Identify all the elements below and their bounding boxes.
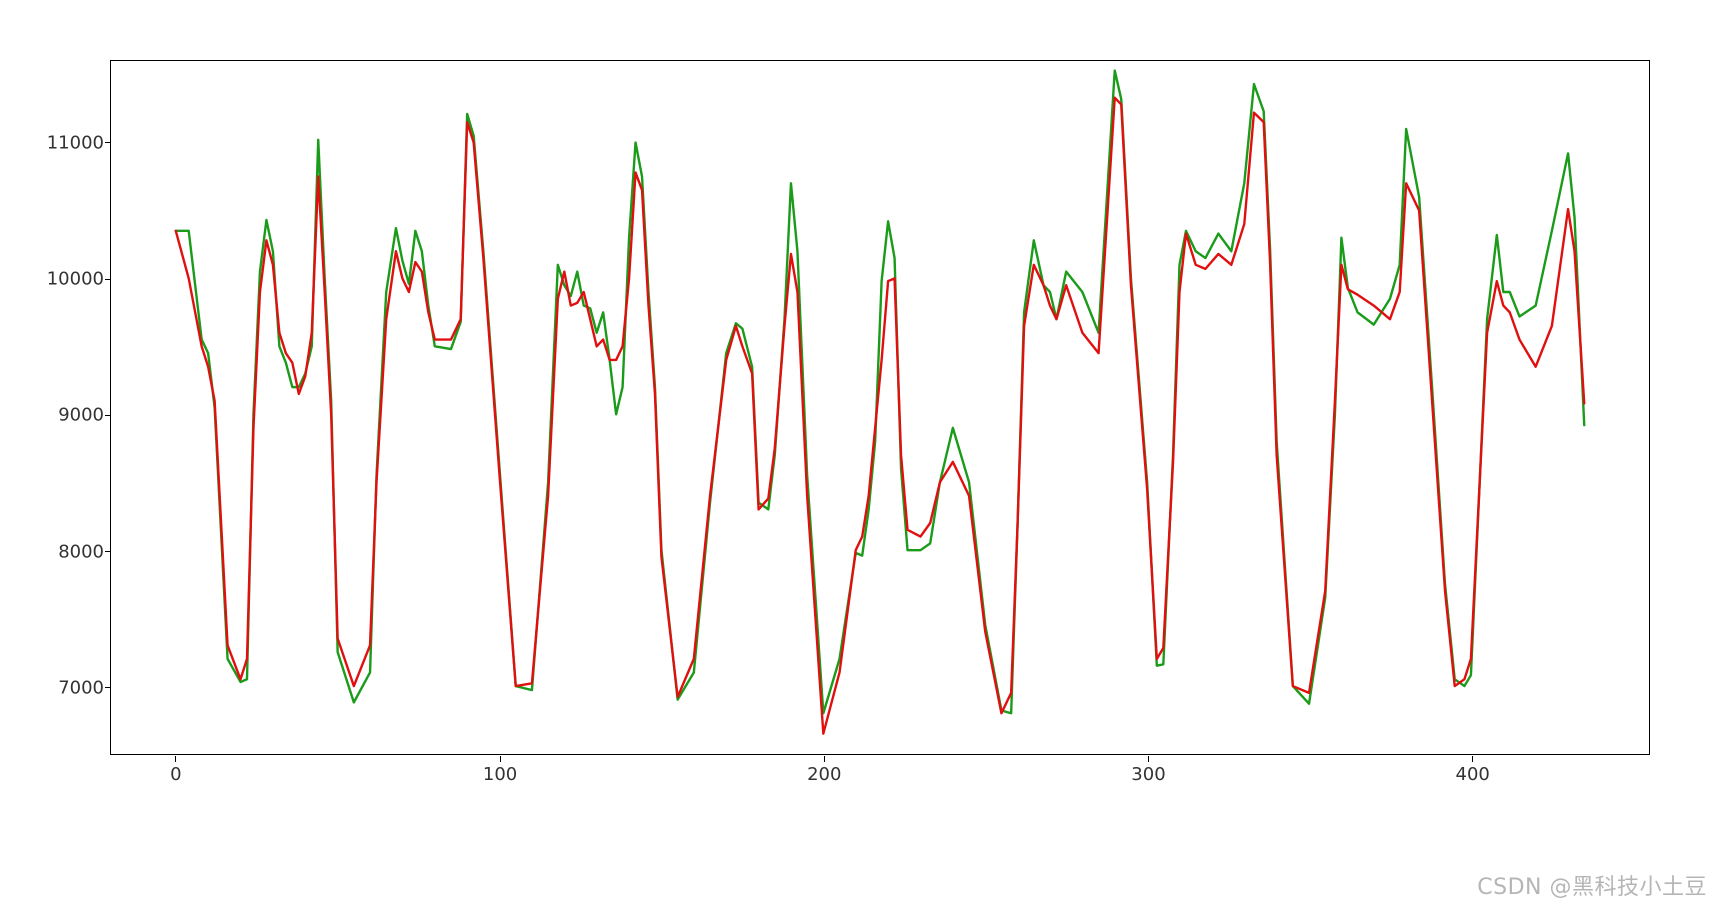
xtick-mark (175, 756, 176, 762)
ytick-mark (105, 551, 111, 552)
xtick-label: 0 (170, 764, 181, 785)
xtick-label: 400 (1455, 764, 1489, 785)
ytick-label: 9000 (58, 405, 104, 426)
ytick-mark (105, 415, 111, 416)
watermark-text: CSDN @黑科技小土豆 (1477, 869, 1707, 901)
chart-axes: 0100200300400 7000800090001000011000 (110, 60, 1650, 755)
ytick-mark (105, 142, 111, 143)
line-series-red (176, 98, 1584, 734)
ytick-mark (105, 687, 111, 688)
ytick-label: 10000 (47, 269, 104, 290)
plot-area (111, 61, 1649, 754)
xtick-mark (824, 756, 825, 762)
ytick-label: 11000 (47, 132, 104, 153)
chart-figure: 0100200300400 7000800090001000011000 CSD… (0, 0, 1717, 907)
ytick-label: 8000 (58, 541, 104, 562)
ytick-label: 7000 (58, 677, 104, 698)
line-series-green (176, 71, 1584, 714)
xtick-mark (1148, 756, 1149, 762)
xtick-label: 200 (807, 764, 841, 785)
ytick-mark (105, 279, 111, 280)
xtick-label: 300 (1131, 764, 1165, 785)
xtick-label: 100 (483, 764, 517, 785)
xtick-mark (500, 756, 501, 762)
xtick-mark (1472, 756, 1473, 762)
